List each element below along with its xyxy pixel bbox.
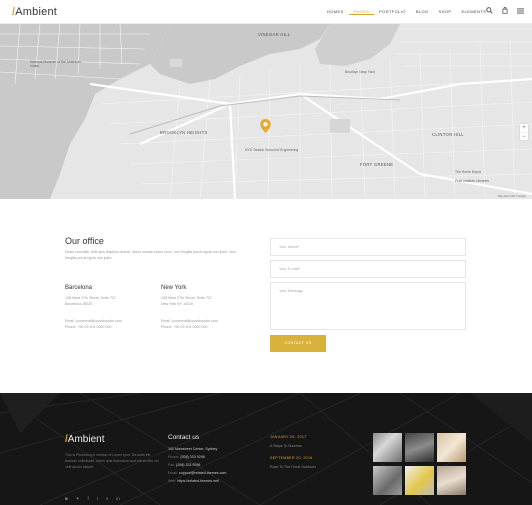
post-date: SEPTEMBER 20, 2016: [270, 456, 313, 460]
vimeo-icon[interactable]: v: [106, 496, 108, 502]
instagram-thumb[interactable]: [405, 433, 434, 462]
linkedin-icon[interactable]: in: [116, 496, 120, 502]
instagram-thumb[interactable]: [437, 466, 466, 495]
site-logo[interactable]: /Ambient: [12, 6, 57, 18]
search-icon[interactable]: [486, 7, 493, 14]
nav-shop[interactable]: SHOP: [434, 9, 457, 15]
office-title: Our office: [65, 236, 104, 246]
footer-web[interactable]: Web: https://related-themes.net/: [168, 479, 219, 483]
post-link[interactable]: A Steps To Success: [270, 444, 302, 448]
nav-blog[interactable]: BLOG: [411, 9, 434, 15]
map-label-home-depot: The Home Depot: [455, 170, 481, 174]
map-label-clinton-hill: CLINTON HILL: [432, 132, 464, 137]
footer-about: This is Photoshop's version of Lorem Ips…: [65, 453, 159, 470]
nav-homes[interactable]: HOMES: [322, 9, 349, 15]
office-description: Etiam convallis, felis quis dapibus dict…: [65, 250, 236, 260]
message-textarea[interactable]: Your Message: [270, 282, 466, 330]
footer-address: 100 Mainstreet Center, Sydney: [168, 447, 218, 451]
map-label-vinegar-hill: VINEGAR HILL: [258, 32, 291, 37]
twitter-icon[interactable]: ✦: [76, 496, 80, 502]
map-zoom-control: + −: [520, 124, 528, 140]
instagram-thumb[interactable]: [405, 466, 434, 495]
instagram-thumb[interactable]: [373, 433, 402, 462]
city-new-york: New York: [161, 285, 187, 291]
address-new-york: 108 West 27th Street, Suite 727 New York…: [161, 296, 212, 307]
map-pin-icon[interactable]: [260, 119, 271, 138]
instagram-thumb[interactable]: [437, 433, 466, 462]
nav-portfolio[interactable]: PORTFOLIO: [374, 9, 411, 15]
map-label-museum: National Museum of the American Indian: [30, 60, 81, 68]
social-links: ◙ ✦ f t v in: [65, 496, 120, 502]
map-label-nyu: NYU Tandon School of Engineering: [245, 148, 299, 152]
footer-logo[interactable]: /Ambient: [65, 434, 104, 445]
facebook-icon[interactable]: f: [88, 496, 89, 502]
zoom-in-button[interactable]: +: [520, 124, 528, 132]
site-header: /Ambient HOMES PAGES PORTFOLIO BLOG SHOP…: [0, 0, 532, 24]
zoom-out-button[interactable]: −: [520, 132, 528, 140]
contact-barcelona: Email: youremail@yourdomain.com Phone: +…: [65, 319, 122, 330]
instagram-thumb[interactable]: [373, 466, 402, 495]
post-link[interactable]: Race To The Great Outdoors: [270, 465, 316, 469]
city-barcelona: Barcelona: [65, 285, 93, 291]
name-input[interactable]: Your Name*: [270, 238, 466, 256]
nav-pages[interactable]: PAGES: [348, 9, 375, 15]
instagram-icon[interactable]: ◙: [65, 496, 68, 502]
cart-icon[interactable]: [502, 7, 508, 14]
contact-us-button[interactable]: CONTACT US: [270, 335, 326, 352]
map-copyright: Map data ©2017 Google: [497, 195, 526, 198]
email-input[interactable]: Your E-mail*: [270, 260, 466, 278]
footer-phone: Phone: (208) 333 9296: [168, 455, 205, 459]
location-map[interactable]: VINEGAR HILL BROOKLYN HEIGHTS Brooklyn N…: [0, 24, 532, 199]
main-nav: HOMES PAGES PORTFOLIO BLOG SHOP ELEMENTS: [322, 9, 491, 15]
address-barcelona: 108 West 27th Street, Suite 727 Barcelon…: [65, 296, 116, 307]
footer-fax: Fax: (208) 333 9298: [168, 463, 201, 467]
map-label-brooklyn-heights: BROOKLYN HEIGHTS: [160, 130, 208, 135]
menu-icon[interactable]: [517, 7, 524, 14]
map-label-fort-greene: FORT GREENE: [360, 162, 394, 167]
footer-email[interactable]: Email: support@related-themes.com: [168, 471, 226, 475]
tumblr-icon[interactable]: t: [97, 496, 98, 502]
post-date: JANUARY 26, 2017: [270, 435, 307, 439]
footer-contact-title: Contact us: [168, 434, 200, 441]
map-label-navy-yard: Brooklyn Navy Yard: [345, 70, 375, 74]
contact-new-york: Email: youremail@yourdomain.com Phone: +…: [161, 319, 218, 330]
map-label-pratt: Pratt Institute Libraries: [455, 179, 489, 183]
